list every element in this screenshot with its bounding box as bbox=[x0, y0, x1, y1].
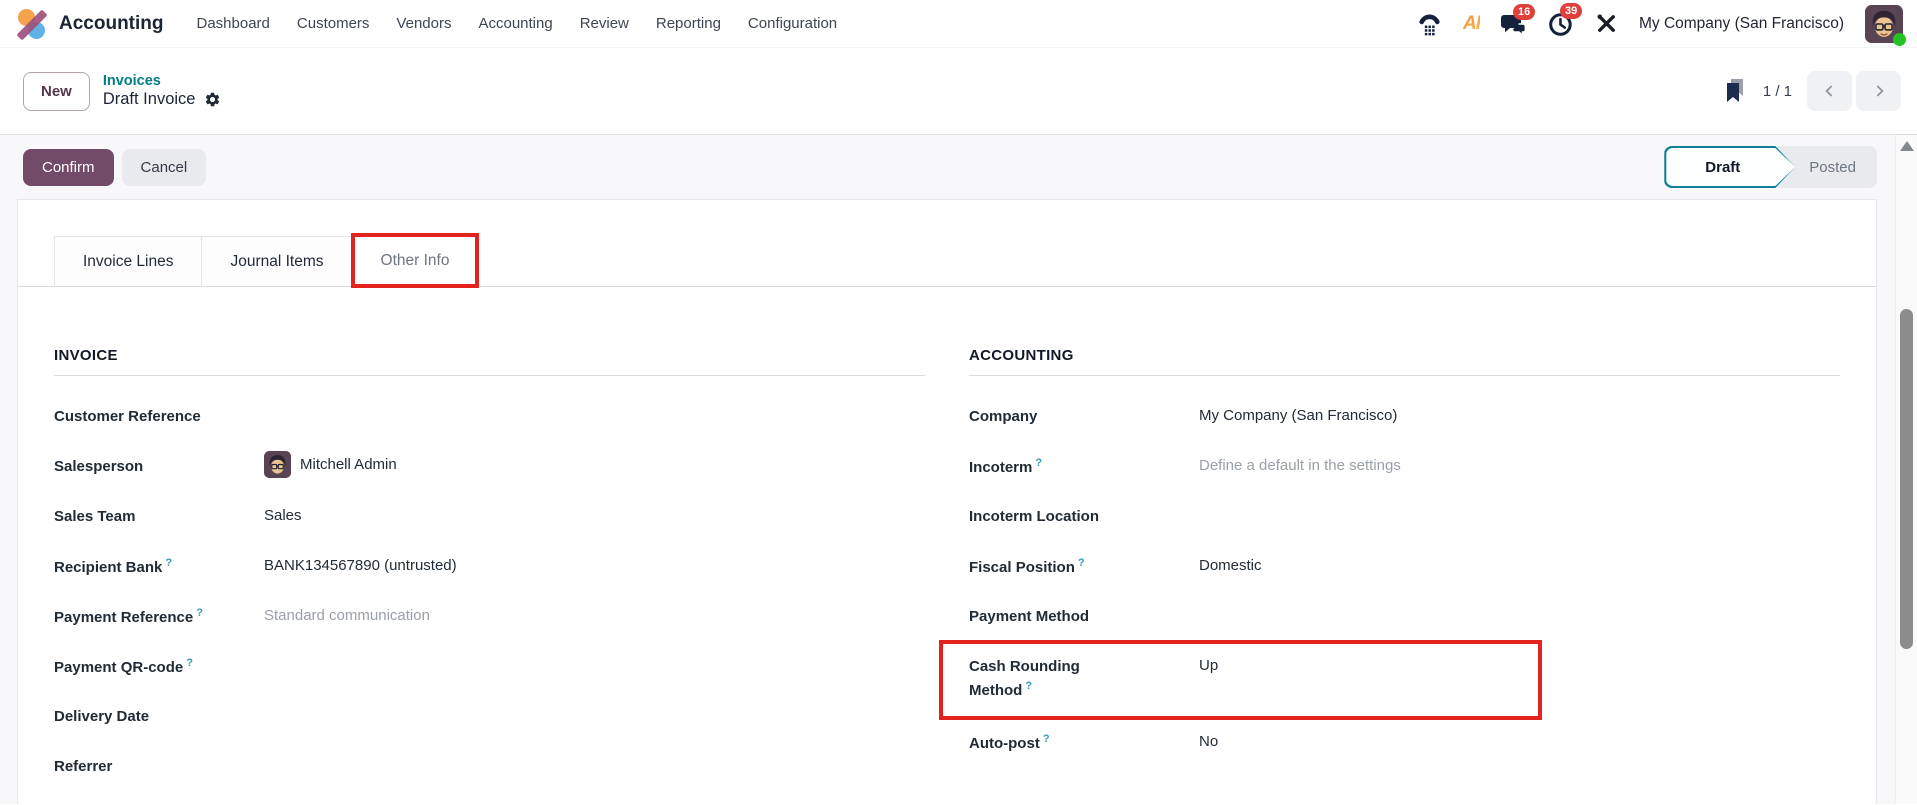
incoterm-input[interactable]: Define a default in the settings bbox=[1199, 455, 1840, 477]
field-incoterm: Incoterm? Define a default in the settin… bbox=[969, 448, 1840, 498]
salesperson-avatar bbox=[264, 451, 291, 478]
field-sales-team: Sales Team Sales bbox=[54, 498, 925, 548]
scrollbar-thumb[interactable] bbox=[1900, 309, 1913, 649]
activities-clock-icon[interactable]: 39 bbox=[1548, 2, 1583, 37]
help-icon[interactable]: ? bbox=[165, 557, 172, 569]
field-incoterm-location: Incoterm Location bbox=[969, 508, 1100, 525]
help-icon[interactable]: ? bbox=[1078, 557, 1085, 569]
notebook-tabs: Invoice Lines Journal Items Other Info bbox=[18, 233, 1876, 288]
form-view: Confirm Cancel Draft Posted Invoice Line… bbox=[0, 135, 1917, 804]
voip-phone-icon[interactable] bbox=[1417, 11, 1442, 36]
app-name[interactable]: Accounting bbox=[59, 13, 164, 35]
help-icon[interactable]: ? bbox=[1025, 680, 1032, 692]
pager-next-button[interactable] bbox=[1856, 71, 1901, 111]
vertical-scrollbar[interactable] bbox=[1895, 135, 1917, 804]
statusbar-row: Confirm Cancel Draft Posted bbox=[0, 135, 1917, 199]
menu-dashboard[interactable]: Dashboard bbox=[197, 15, 270, 32]
invoice-group: INVOICE Customer Reference Salesperson M… bbox=[54, 347, 925, 798]
recipient-bank-input[interactable]: BANK134567890 (untrusted) bbox=[264, 555, 925, 577]
field-recipient-bank: Recipient Bank? BANK134567890 (untrusted… bbox=[54, 548, 925, 598]
settings-gear-icon[interactable] bbox=[204, 91, 221, 108]
scrollbar-up-arrow-icon[interactable] bbox=[1900, 141, 1914, 151]
tab-invoice-lines[interactable]: Invoice Lines bbox=[54, 236, 203, 286]
online-status-dot bbox=[1893, 32, 1906, 46]
menu-review[interactable]: Review bbox=[580, 15, 629, 32]
breadcrumb-current: Draft Invoice bbox=[102, 90, 196, 108]
user-avatar[interactable] bbox=[1865, 4, 1906, 46]
field-company: Company My Company (San Francisco) bbox=[969, 398, 1840, 448]
payment-reference-input[interactable]: Standard communication bbox=[264, 605, 925, 627]
field-customer-reference: Customer Reference bbox=[54, 408, 201, 425]
cash-rounding-method-input[interactable]: Up bbox=[1199, 655, 1840, 677]
help-icon[interactable]: ? bbox=[186, 657, 193, 669]
menu-reporting[interactable]: Reporting bbox=[656, 15, 721, 32]
confirm-button[interactable]: Confirm bbox=[23, 148, 114, 186]
state-posted[interactable]: Posted bbox=[1795, 159, 1877, 176]
bookmark-icon[interactable] bbox=[1722, 77, 1748, 105]
field-referrer: Referrer bbox=[54, 758, 113, 775]
field-payment-qr-code: Payment QR-code? bbox=[54, 657, 193, 676]
messages-badge: 16 bbox=[1512, 3, 1536, 20]
accounting-group-title: ACCOUNTING bbox=[969, 347, 1840, 376]
auto-post-input[interactable]: No bbox=[1199, 731, 1840, 753]
messages-icon[interactable]: 16 bbox=[1500, 3, 1536, 36]
accounting-app-icon bbox=[16, 8, 48, 41]
fiscal-position-input[interactable]: Domestic bbox=[1199, 555, 1840, 577]
next-chevron-icon bbox=[1876, 85, 1884, 97]
company-input[interactable]: My Company (San Francisco) bbox=[1199, 405, 1840, 427]
field-delivery-date: Delivery Date bbox=[54, 708, 150, 725]
salesperson-input[interactable]: Mitchell Admin bbox=[264, 451, 925, 478]
accounting-group: ACCOUNTING Company My Company (San Franc… bbox=[939, 347, 1840, 798]
pager-value[interactable]: 1 / 1 bbox=[1763, 83, 1792, 100]
tab-other-info[interactable]: Other Info bbox=[350, 233, 480, 288]
breadcrumb-invoices-link[interactable]: Invoices bbox=[103, 73, 222, 89]
prev-chevron-icon bbox=[1824, 85, 1832, 97]
tools-icon[interactable] bbox=[1595, 12, 1618, 35]
menu-customers[interactable]: Customers bbox=[297, 15, 370, 32]
menu-vendors[interactable]: Vendors bbox=[396, 15, 451, 32]
help-icon[interactable]: ? bbox=[1043, 733, 1050, 745]
tab-journal-items[interactable]: Journal Items bbox=[202, 236, 353, 286]
invoice-group-title: INVOICE bbox=[54, 347, 925, 376]
form-sheet: Invoice Lines Journal Items Other Info I… bbox=[17, 199, 1877, 804]
ai-icon[interactable]: AI bbox=[1463, 13, 1481, 35]
breadcrumb: Invoices Draft Invoice bbox=[103, 73, 222, 109]
state-draft[interactable]: Draft bbox=[1664, 146, 1795, 188]
field-auto-post: Auto-post? No bbox=[969, 724, 1840, 774]
sales-team-input[interactable]: Sales bbox=[264, 505, 925, 527]
field-payment-method: Payment Method bbox=[969, 608, 1090, 625]
company-switcher[interactable]: My Company (San Francisco) bbox=[1639, 15, 1844, 33]
state-widget: Draft Posted bbox=[1664, 146, 1877, 188]
field-cash-rounding-method: Cash Rounding Method? Up bbox=[939, 640, 1840, 724]
field-salesperson: Salesperson Mitchell Admin bbox=[54, 448, 925, 498]
new-button[interactable]: New bbox=[23, 71, 90, 111]
menu-accounting[interactable]: Accounting bbox=[478, 15, 552, 32]
menu-configuration[interactable]: Configuration bbox=[748, 15, 837, 32]
activities-badge: 39 bbox=[1559, 2, 1583, 19]
field-payment-reference: Payment Reference? Standard communicatio… bbox=[54, 598, 925, 648]
field-fiscal-position: Fiscal Position? Domestic bbox=[969, 548, 1840, 598]
control-panel: New Invoices Draft Invoice 1 / 1 bbox=[0, 48, 1917, 135]
salesperson-name: Mitchell Admin bbox=[300, 455, 397, 473]
cancel-button[interactable]: Cancel bbox=[121, 148, 207, 186]
help-icon[interactable]: ? bbox=[196, 607, 203, 619]
app-brand[interactable]: Accounting bbox=[16, 8, 164, 41]
state-draft-label: Draft bbox=[1666, 148, 1795, 186]
help-icon[interactable]: ? bbox=[1035, 457, 1042, 469]
pager-previous-button[interactable] bbox=[1807, 71, 1852, 111]
top-navbar: Accounting Dashboard Customers Vendors A… bbox=[0, 0, 1917, 48]
